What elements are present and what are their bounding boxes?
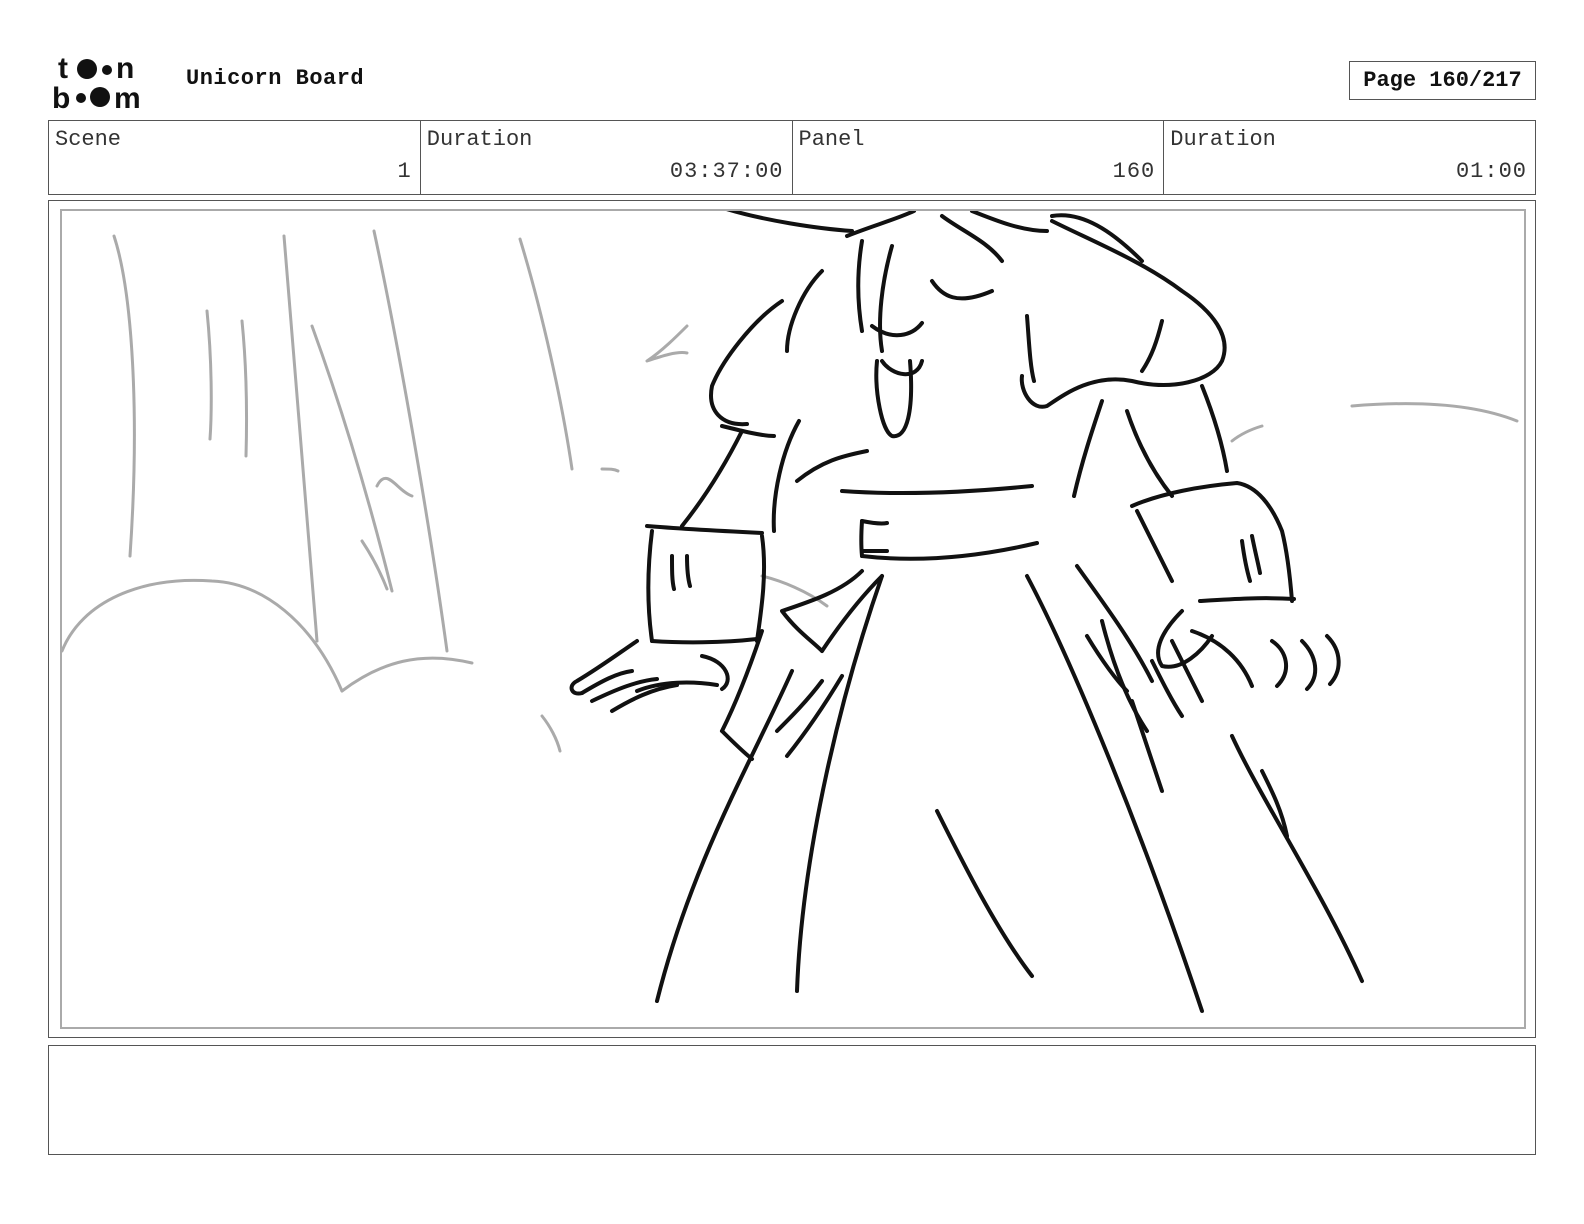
scene-duration-cell: Duration 03:37:00 (421, 121, 793, 194)
panel-value: 160 (1112, 159, 1156, 184)
scene-duration-value: 03:37:00 (669, 159, 784, 184)
board-title: Unicorn Board (186, 66, 365, 91)
character-sketch (569, 211, 1364, 1013)
toonboom-logo-icon: t n b m (52, 52, 141, 112)
scene-duration-label: Duration (426, 127, 533, 152)
panel-notes-box (48, 1045, 1536, 1155)
panel-duration-value: 01:00 (1455, 159, 1527, 184)
panel-info-row: Scene 1 Duration 03:37:00 Panel 160 Dura… (48, 120, 1536, 195)
panel-drawing-area (60, 209, 1526, 1029)
scene-value: 1 (397, 159, 412, 184)
svg-text:n: n (116, 52, 134, 85)
page-indicator: Page 160/217 (1349, 61, 1536, 100)
svg-text:b: b (52, 82, 70, 112)
svg-text:t: t (58, 52, 68, 85)
storyboard-panel (48, 200, 1536, 1038)
scene-label: Scene (55, 127, 122, 152)
scene-cell: Scene 1 (49, 121, 421, 194)
svg-text:m: m (114, 82, 141, 112)
panel-cell: Panel 160 (793, 121, 1165, 194)
sketch-drawing (62, 211, 1519, 1013)
panel-duration-label: Duration (1170, 127, 1276, 152)
panel-label: Panel (798, 127, 865, 152)
panel-duration-cell: Duration 01:00 (1164, 121, 1535, 194)
